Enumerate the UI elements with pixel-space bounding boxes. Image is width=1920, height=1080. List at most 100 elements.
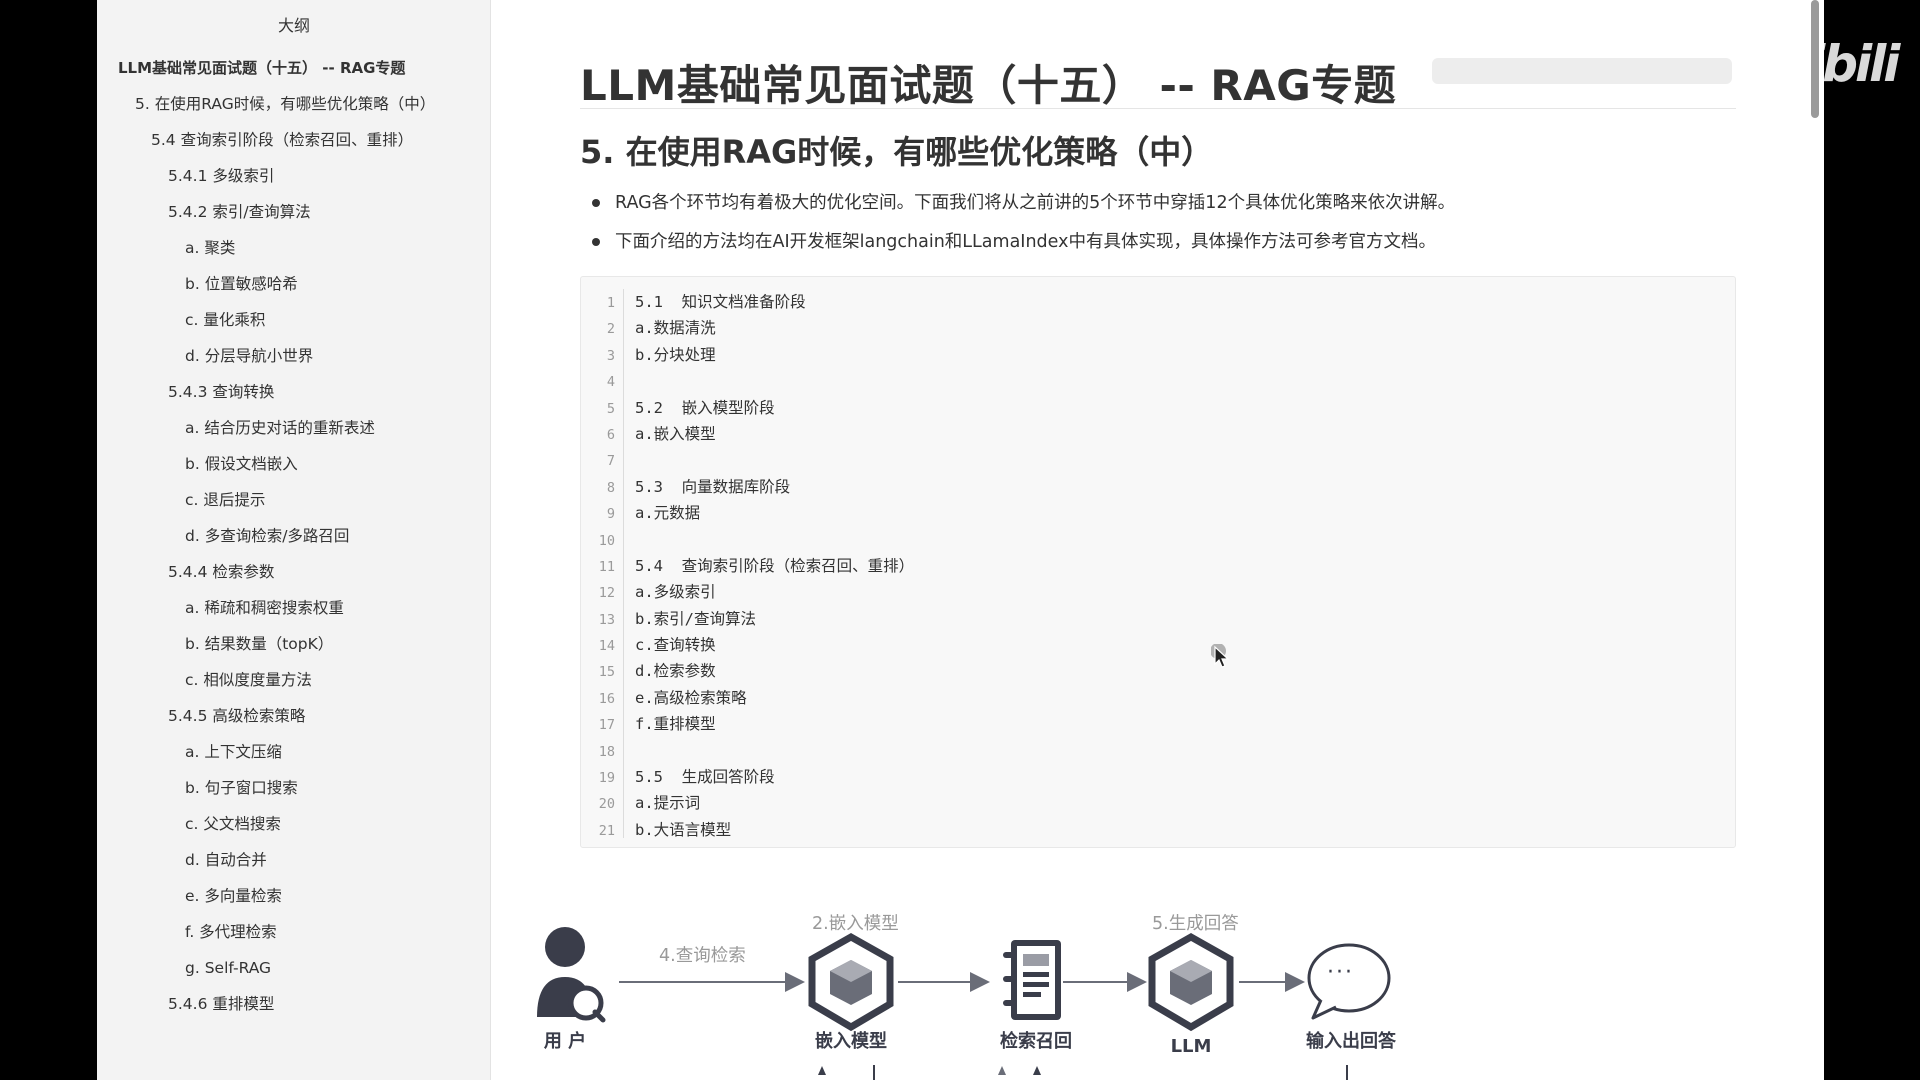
bullet-text: RAG各个环节均有着极大的优化空间。下面我们将从之前讲的5个环节中穿插12个具体… [615,193,1456,213]
line-number: 9 [606,506,615,523]
code-line: 5 5.2 嵌入模型阶段 [581,395,1731,421]
code-line: 13 b.索引/查询算法 [581,606,1731,632]
bubble-dots: ··· [1327,960,1354,985]
code-text: c.查询转换 [635,636,716,655]
outline-item[interactable]: a. 结合历史对话的重新表述 [97,410,491,446]
code-text: 5.5 生成回答阶段 [635,768,775,787]
outline-item[interactable]: 5.4 查询索引阶段（检索召回、重排） [97,122,491,158]
outline-item[interactable]: b. 位置敏感哈希 [97,266,491,302]
outline-item[interactable]: b. 句子窗口搜索 [97,770,491,806]
node-label-retrieval: 检索召回 [1000,1031,1072,1052]
outline-item[interactable]: b. 假设文档嵌入 [97,446,491,482]
line-number: 17 [598,717,615,734]
line-number: 8 [606,479,615,496]
outline-item[interactable]: 5.4.6 重排模型 [97,986,491,1022]
code-text: 5.4 查询索引阶段（检索召回、重排） [635,556,915,575]
code-line: 14 c.查询转换 [581,632,1731,658]
bilibili-watermark: bilibili [1747,35,1900,93]
code-line: 16 e.高级检索策略 [581,685,1731,711]
code-text: 5.2 嵌入模型阶段 [635,398,775,417]
code-line: 21 b.大语言模型 [581,817,1731,843]
app-window: 大纲 LLM基础常见面试题（十五） -- RAG专题 5. 在使用RAG时候，有哪… [97,0,1824,1080]
outline-item[interactable]: d. 自动合并 [97,842,491,878]
outline-item[interactable]: a. 上下文压缩 [97,734,491,770]
bullet-item: 下面介绍的方法均在AI开发框架langchain和LLamaIndex中有具体实… [580,227,1740,266]
outline-list: LLM基础常见面试题（十五） -- RAG专题 5. 在使用RAG时候，有哪些优化… [97,50,491,1022]
llm-icon [1148,932,1234,1032]
code-text: a.元数据 [635,504,701,523]
code-line: 8 5.3 向量数据库阶段 [581,474,1731,500]
outline-item[interactable]: a. 稀疏和稠密搜索权重 [97,590,491,626]
code-line: 17 f.重排模型 [581,711,1731,737]
code-line: 9 a.元数据 [581,500,1731,526]
outline-item[interactable]: c. 父文档搜索 [97,806,491,842]
code-text: f.重排模型 [635,715,716,734]
outline-item[interactable]: f. 多代理检索 [97,914,491,950]
bullet-dot [592,199,600,207]
line-number: 4 [606,374,615,391]
code-line: 12 a.多级索引 [581,579,1731,605]
node-label-embedding-model: 嵌入模型 [815,1031,887,1052]
bullet-text: 下面介绍的方法均在AI开发框架langchain和LLamaIndex中有具体实… [615,232,1436,252]
section-heading: 5. 在使用RAG时候，有哪些优化策略（中） [580,133,1214,171]
line-number: 18 [598,743,615,760]
outline-item[interactable]: d. 多查询检索/多路召回 [97,518,491,554]
user-icon [537,927,606,1023]
scrollbar-thumb[interactable] [1811,0,1819,118]
line-number: 1 [606,295,615,311]
outline-item[interactable]: LLM基础常见面试题（十五） -- RAG专题 [97,50,491,86]
code-text: 5.1 知识文档准备阶段 [635,293,806,311]
code-line: 6 a.嵌入模型 [581,421,1731,447]
outline-item[interactable]: b. 结果数量（topK） [97,626,491,662]
code-line: 7 [581,447,1731,473]
code-line: 19 5.5 生成回答阶段 [581,764,1731,790]
bullet-list: RAG各个环节均有着极大的优化空间。下面我们将从之前讲的5个环节中穿插12个具体… [580,188,1740,266]
document-pane: LLM基础常见面试题（十五） -- RAG专题 5. 在使用RAG时候，有哪些优… [491,0,1824,1080]
line-number: 6 [606,426,615,443]
code-lines: 1 5.1 知识文档准备阶段 2 a.数据清洗 3 b.分块处理 4 5 5.2 嵌入模型阶段 6… [581,289,1731,843]
line-number: 21 [598,822,615,839]
outline-item[interactable]: d. 分层导航小世界 [97,338,491,374]
outline-item[interactable]: 5.4.4 检索参数 [97,554,491,590]
code-line: 18 [581,738,1731,764]
node-label-user: 用 户 [543,1031,587,1052]
title-divider [580,108,1736,109]
line-number: 10 [598,532,615,549]
outline-item[interactable]: 5. 在使用RAG时候，有哪些优化策略（中） [97,86,491,122]
outline-item[interactable]: a. 聚类 [97,230,491,266]
outline-item[interactable]: c. 退后提示 [97,482,491,518]
line-number: 11 [598,558,615,575]
code-block[interactable]: 1 5.1 知识文档准备阶段 2 a.数据清洗 3 b.分块处理 4 5 5.2 嵌入模型阶段 6… [580,276,1736,848]
outline-item[interactable]: 5.4.3 查询转换 [97,374,491,410]
code-text: b.分块处理 [635,345,716,364]
code-text: a.嵌入模型 [635,424,716,443]
code-text: b.大语言模型 [635,820,732,839]
outline-title: 大纲 [277,16,310,35]
line-number: 5 [606,400,615,417]
outline-item[interactable]: 5.4.5 高级检索策略 [97,698,491,734]
bullet-dot [592,238,600,246]
line-number: 14 [598,638,615,655]
document-retrieval-icon [1003,940,1061,1020]
outline-item[interactable]: c. 相似度度量方法 [97,662,491,698]
code-text: a.多级索引 [635,583,716,602]
watermark-blur [1432,58,1732,84]
line-number: 12 [598,585,615,602]
code-line: 2 a.数据清洗 [581,315,1731,341]
line-number: 15 [598,664,615,681]
code-line: 11 5.4 查询索引阶段（检索召回、重排） [581,553,1731,579]
outline-item[interactable]: g. Self-RAG [97,950,491,986]
outline-item[interactable]: e. 多向量检索 [97,878,491,914]
node-label-output: 输入出回答 [1306,1031,1396,1052]
embedding-model-icon [808,932,894,1032]
line-number: 3 [606,347,615,364]
step-label-query: 4.查询检索 [659,946,746,966]
code-text: b.索引/查询算法 [635,609,756,628]
code-text: a.数据清洗 [635,319,716,338]
bullet-item: RAG各个环节均有着极大的优化空间。下面我们将从之前讲的5个环节中穿插12个具体… [580,188,1740,227]
outline-item[interactable]: 5.4.1 多级索引 [97,158,491,194]
line-number: 2 [606,321,615,338]
outline-item[interactable]: c. 量化乘积 [97,302,491,338]
outline-item[interactable]: 5.4.2 索引/查询算法 [97,194,491,230]
code-line: 4 [581,368,1731,394]
